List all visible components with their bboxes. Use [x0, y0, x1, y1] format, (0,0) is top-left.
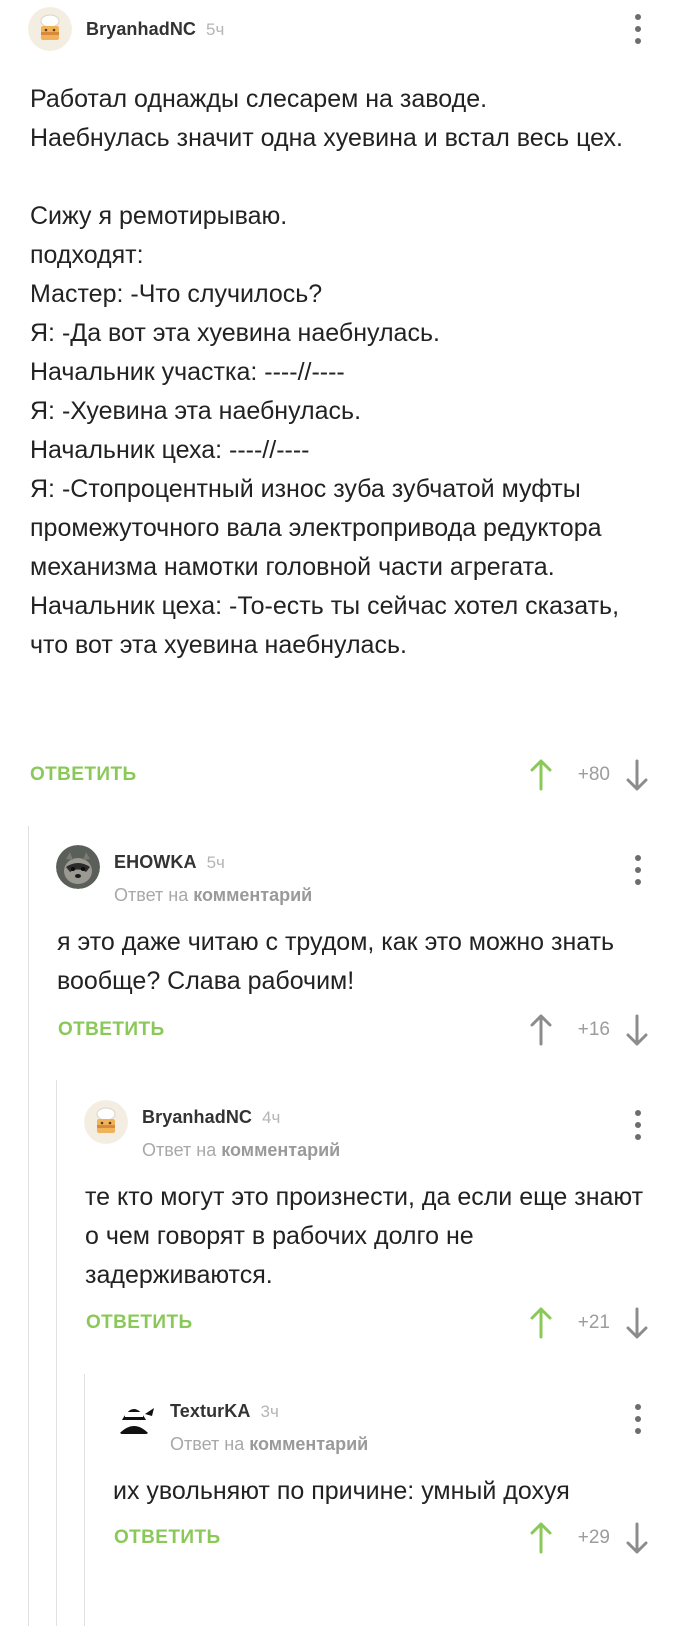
vote-controls: +21 [528, 1305, 650, 1341]
comment-header: EHOWKA 5ч Ответ на комментарий [56, 845, 312, 905]
meta-top: TexturKA 3ч [170, 1401, 368, 1422]
reply-button[interactable]: ОТВЕТИТЬ [30, 764, 137, 786]
score-value: +29 [577, 1527, 610, 1548]
reply-button[interactable]: ОТВЕТИТЬ [58, 1019, 165, 1041]
comment-text: те кто могут это произнести, да если еще… [85, 1183, 651, 1289]
more-vertical-icon[interactable] [632, 14, 644, 44]
comment-time: 4ч [262, 1108, 281, 1127]
comment-reply-level-3: TexturKA 3ч Ответ на комментарий их увол… [0, 1374, 700, 1626]
comment-header: BryanhadNC 5ч [28, 7, 224, 51]
vote-controls: +29 [528, 1520, 650, 1556]
vote-controls: +80 [528, 757, 650, 793]
more-vertical-icon[interactable] [632, 1110, 644, 1140]
comment-actions: ОТВЕТИТЬ [58, 1015, 165, 1045]
meta-top: EHOWKA 5ч [114, 852, 312, 873]
reply-to-prefix: Ответ на [170, 1434, 245, 1454]
reply-to-line: Ответ на комментарий [142, 1140, 340, 1161]
comment-time: 5ч [206, 19, 225, 39]
arrow-down-icon[interactable] [624, 1520, 650, 1556]
arrow-down-icon[interactable] [624, 757, 650, 793]
comment-text: я это даже читаю с трудом, как это можно… [57, 928, 622, 995]
comment-reply-level-2: BryanhadNC 4ч Ответ на комментарий те кт… [0, 1080, 700, 1365]
score-value: +21 [577, 1312, 610, 1333]
reply-to-link[interactable]: комментарий [193, 885, 312, 905]
comment-actions: ОТВЕТИТЬ [86, 1308, 193, 1338]
more-vertical-icon[interactable] [632, 855, 644, 885]
reply-to-link[interactable]: комментарий [221, 1140, 340, 1160]
comment-header: BryanhadNC 4ч Ответ на комментарий [84, 1100, 340, 1160]
comment-text: их увольняют по причине: умный дохуя [113, 1477, 570, 1505]
meta-top: BryanhadNC 5ч [86, 19, 224, 40]
author-name[interactable]: BryanhadNC [86, 19, 196, 40]
avatar[interactable] [84, 1100, 128, 1144]
arrow-up-icon[interactable] [528, 1012, 554, 1048]
reply-to-prefix: Ответ на [142, 1140, 217, 1160]
arrow-down-icon[interactable] [624, 1305, 650, 1341]
comment-actions: ОТВЕТИТЬ [30, 760, 137, 790]
comment-time: 3ч [260, 1402, 279, 1421]
comment-meta: EHOWKA 5ч Ответ на комментарий [114, 852, 312, 906]
comment-reply-level-1: EHOWKA 5ч Ответ на комментарий я это даж… [0, 826, 700, 1066]
author-name[interactable]: BryanhadNC [142, 1107, 252, 1128]
meta-top: BryanhadNC 4ч [142, 1107, 340, 1128]
reply-to-line: Ответ на комментарий [170, 1434, 368, 1455]
score-value: +16 [577, 1019, 610, 1040]
comment-root: BryanhadNC 5ч Работал однажды слесарем н… [0, 0, 700, 810]
reply-button[interactable]: ОТВЕТИТЬ [86, 1312, 193, 1334]
arrow-down-icon[interactable] [624, 1012, 650, 1048]
comment-meta: TexturKA 3ч Ответ на комментарий [170, 1401, 368, 1455]
comment-text: Работал однажды слесарем на заводе. Наеб… [30, 85, 623, 659]
avatar[interactable] [28, 7, 72, 51]
comment-header: TexturKA 3ч Ответ на комментарий [112, 1394, 368, 1454]
comment-time: 5ч [206, 853, 225, 872]
arrow-up-icon[interactable] [528, 1305, 554, 1341]
arrow-up-icon[interactable] [528, 1520, 554, 1556]
author-name[interactable]: EHOWKA [114, 852, 197, 873]
avatar[interactable] [112, 1394, 156, 1438]
reply-to-prefix: Ответ на [114, 885, 189, 905]
reply-to-line: Ответ на комментарий [114, 885, 312, 906]
comment-meta: BryanhadNC 4ч Ответ на комментарий [142, 1107, 340, 1161]
more-vertical-icon[interactable] [632, 1404, 644, 1434]
author-name[interactable]: TexturKA [170, 1401, 250, 1422]
comment-meta: BryanhadNC 5ч [86, 19, 224, 40]
reply-button[interactable]: ОТВЕТИТЬ [114, 1527, 221, 1549]
reply-to-link[interactable]: комментарий [249, 1434, 368, 1454]
comment-actions: ОТВЕТИТЬ [114, 1523, 221, 1553]
arrow-up-icon[interactable] [528, 757, 554, 793]
score-value: +80 [577, 764, 610, 785]
avatar[interactable] [56, 845, 100, 889]
vote-controls: +16 [528, 1012, 650, 1048]
